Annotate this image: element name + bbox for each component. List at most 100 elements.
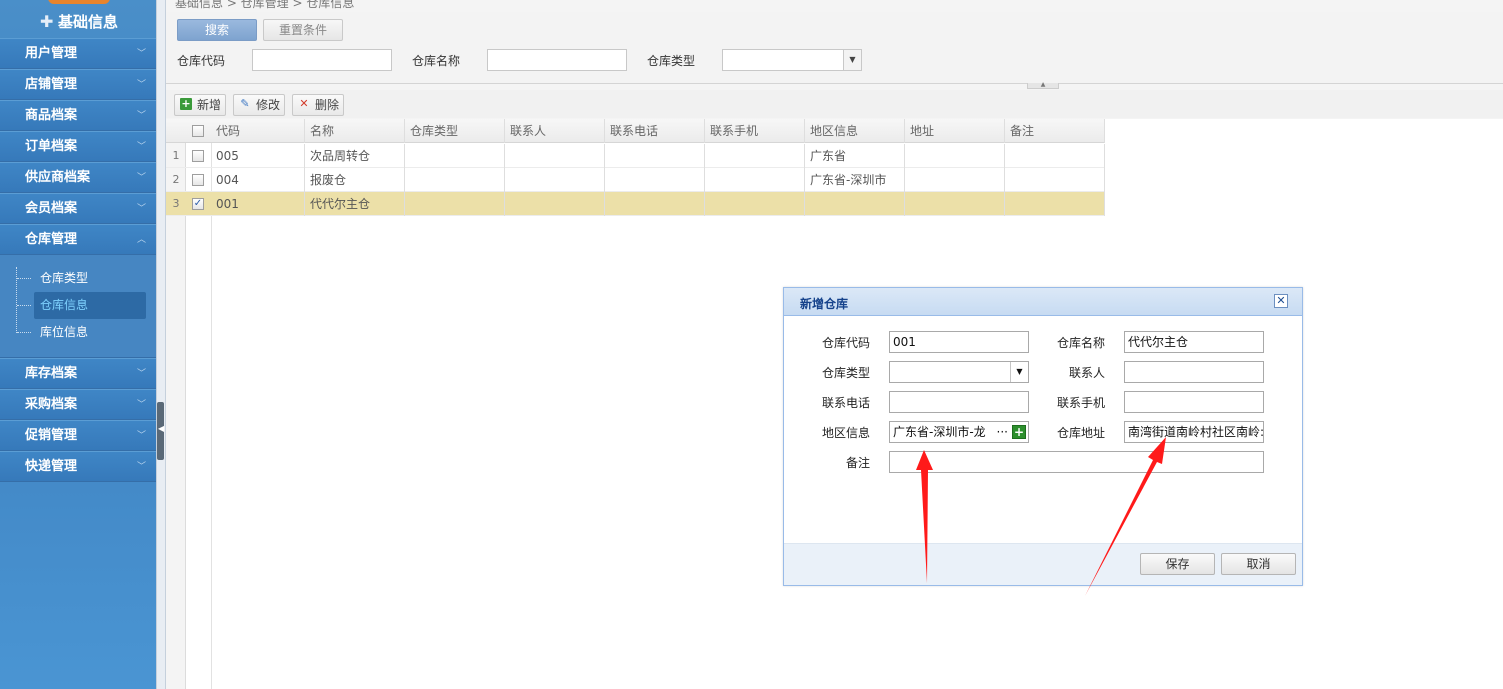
cell-type [405,168,505,192]
menu-member-archive[interactable]: 会员档案 ﹀ [0,193,156,224]
column-header[interactable]: 备注 [1005,119,1105,143]
type-select[interactable]: ▼ [889,361,1029,383]
column-header[interactable]: 联系手机 [705,119,805,143]
cell-mobile [705,144,805,168]
pencil-icon: ✎ [240,97,250,110]
address-label: 仓库地址 [1056,426,1105,440]
cell-region [805,192,905,216]
sub-label: 仓库信息 [40,298,89,312]
edit-button[interactable]: ✎ 修改 [233,94,286,116]
name-field[interactable]: 代代尔主仓 [1124,331,1264,353]
add-button[interactable]: + 新增 [174,94,227,116]
reset-button[interactable]: 重置条件 [263,19,343,41]
menu-supplier-archive[interactable]: 供应商档案 ﹀ [0,162,156,193]
sidebar-item-location-info[interactable]: 库位信息 [0,319,156,346]
mobile-label: 联系手机 [1056,396,1105,410]
column-header[interactable]: 联系人 [505,119,605,143]
chevron-down-icon: ﹀ [136,80,146,90]
dialog-footer: 保存 取消 [784,543,1302,585]
menu-inventory-archive[interactable]: 库存档案 ﹀ [0,358,156,389]
code-field[interactable]: 001 [889,331,1029,353]
menu-label: 仓库管理 [25,232,78,247]
type-label: 仓库类型 [821,366,870,380]
cell-phone [605,168,705,192]
menu-label: 库存档案 [25,366,78,381]
menu-user-management[interactable]: 用户管理 ﹀ [0,38,156,69]
chevron-down-icon: ﹀ [136,400,146,410]
menu-label: 用户管理 [25,46,78,61]
menu-label: 供应商档案 [25,170,91,185]
remark-label: 备注 [845,456,870,470]
cell-phone [605,192,705,216]
menu-warehouse-management[interactable]: 仓库管理 ︿ [0,224,156,255]
dialog-header[interactable]: 新增仓库 ✕ [784,288,1302,316]
cell-contact [505,192,605,216]
code-input[interactable] [252,49,392,71]
contact-field[interactable] [1124,361,1264,383]
menu-order-archive[interactable]: 订单档案 ﹀ [0,131,156,162]
region-value: 广东省-深圳市-龙 [893,425,986,439]
more-icon[interactable]: ··· [997,422,1008,442]
column-header[interactable]: 地址 [905,119,1005,143]
tree-dash [17,278,31,279]
mobile-field[interactable] [1124,391,1264,413]
grid-header: 代码 名称 仓库类型 联系人 联系电话 联系手机 地区信息 地址 备注 [166,119,1105,143]
menu-label: 采购档案 [25,397,78,412]
collapse-search-toggle[interactable]: ▲ [1027,82,1059,89]
delete-button[interactable]: ✕ 删除 [292,94,345,116]
save-button[interactable]: 保存 [1140,553,1215,575]
menu-product-archive[interactable]: 商品档案 ﹀ [0,100,156,131]
cell-name: 次品周转仓 [305,144,405,168]
table-row[interactable]: 2 004 报废仓 广东省-深圳市 [166,168,1105,192]
plus-icon[interactable]: + [1012,425,1026,439]
sidebar-title: 基础信息 [58,13,119,31]
column-header[interactable]: 代码 [211,119,305,143]
chevron-up-icon: ︿ [136,235,146,245]
cell-mobile [705,192,805,216]
sidebar-item-warehouse-type[interactable]: 仓库类型 [0,265,156,292]
sidebar-splitter[interactable]: ◀ [156,0,166,689]
chevron-down-icon: ﹀ [136,49,146,59]
select-all-checkbox[interactable] [192,125,204,137]
cell-type [405,192,505,216]
row-checkbox[interactable] [192,150,204,162]
column-header[interactable]: 仓库类型 [405,119,505,143]
column-header[interactable]: 联系电话 [605,119,705,143]
menu-purchase-archive[interactable]: 采购档案 ﹀ [0,389,156,420]
phone-field[interactable] [889,391,1029,413]
collapse-handle[interactable]: ◀ [157,402,164,460]
name-label: 仓库名称 [412,54,461,68]
row-checkbox[interactable] [192,174,204,186]
cell-remark [1005,168,1105,192]
row-number: 3 [172,197,180,210]
address-field[interactable]: 南湾街道南岭村社区南岭: [1124,421,1264,443]
cell-address [905,168,1005,192]
cell-type [405,144,505,168]
breadcrumb: 基础信息 > 仓库管理 > 仓库信息 [175,0,355,10]
cell-region: 广东省 [805,144,905,168]
cell-code: 005 [211,144,305,168]
cell-mobile [705,168,805,192]
menu-store-management[interactable]: 店铺管理 ﹀ [0,69,156,100]
type-select[interactable]: ▼ [722,49,862,71]
cancel-button[interactable]: 取消 [1221,553,1296,575]
table-row[interactable]: 1 005 次品周转仓 广东省 [166,144,1105,168]
table-row-selected[interactable]: 3 ✓ 001 代代尔主仓 [166,192,1105,216]
remark-field[interactable] [889,451,1264,473]
search-button[interactable]: 搜索 [177,19,257,41]
column-header[interactable]: 地区信息 [805,119,905,143]
region-field[interactable]: 广东省-深圳市-龙 ··· + [889,421,1029,443]
column-header[interactable]: 名称 [305,119,405,143]
menu-promotion-management[interactable]: 促销管理 ﹀ [0,420,156,451]
sidebar-item-warehouse-info[interactable]: 仓库信息 [17,292,146,319]
sub-label: 仓库类型 [40,271,89,285]
puzzle-icon: ✚ [40,12,54,31]
row-number: 1 [172,149,180,162]
close-icon[interactable]: ✕ [1274,294,1288,308]
chevron-down-icon: ﹀ [136,111,146,121]
row-checkbox-checked[interactable]: ✓ [192,198,204,210]
menu-express-management[interactable]: 快递管理 ﹀ [0,451,156,482]
grid-toolbar: + 新增 ✎ 修改 ✕ 删除 [166,90,1503,118]
name-input[interactable] [487,49,627,71]
tree-dash [17,305,31,306]
